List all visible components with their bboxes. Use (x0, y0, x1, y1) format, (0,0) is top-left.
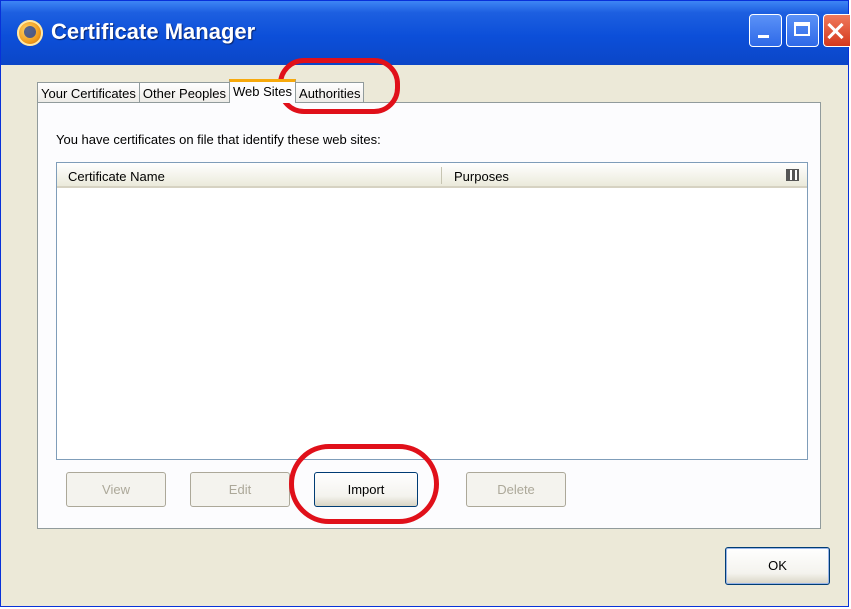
firefox-icon (17, 20, 43, 46)
maximize-button[interactable] (786, 14, 819, 47)
ok-button[interactable]: OK (725, 547, 830, 585)
tab-authorities[interactable]: Authorities (295, 82, 365, 103)
view-button[interactable]: View (66, 472, 166, 507)
minimize-button[interactable] (749, 14, 782, 47)
web-sites-panel: You have certificates on file that ident… (37, 102, 821, 529)
title-bar[interactable]: Certificate Manager (1, 1, 850, 65)
panel-description: You have certificates on file that ident… (56, 132, 381, 147)
column-header-purposes[interactable]: Purposes (454, 169, 509, 184)
import-button[interactable]: Import (314, 472, 418, 507)
certificate-manager-window: Certificate Manager Your Certificates Ot… (0, 0, 850, 607)
column-picker-icon[interactable] (786, 169, 799, 181)
tab-web-sites[interactable]: Web Sites (229, 79, 297, 103)
window-title: Certificate Manager (51, 19, 256, 44)
tab-your-certificates[interactable]: Your Certificates (37, 82, 140, 103)
close-button[interactable] (823, 14, 850, 47)
certificate-tree[interactable]: Certificate Name Purposes (56, 162, 808, 460)
column-separator[interactable] (441, 167, 442, 184)
delete-button[interactable]: Delete (466, 472, 566, 507)
edit-button[interactable]: Edit (190, 472, 290, 507)
tab-strip: Your Certificates Other Peoples Web Site… (37, 79, 365, 103)
tree-header: Certificate Name Purposes (57, 163, 807, 188)
tab-other-peoples[interactable]: Other Peoples (138, 82, 231, 103)
column-header-certificate-name[interactable]: Certificate Name (68, 169, 165, 184)
